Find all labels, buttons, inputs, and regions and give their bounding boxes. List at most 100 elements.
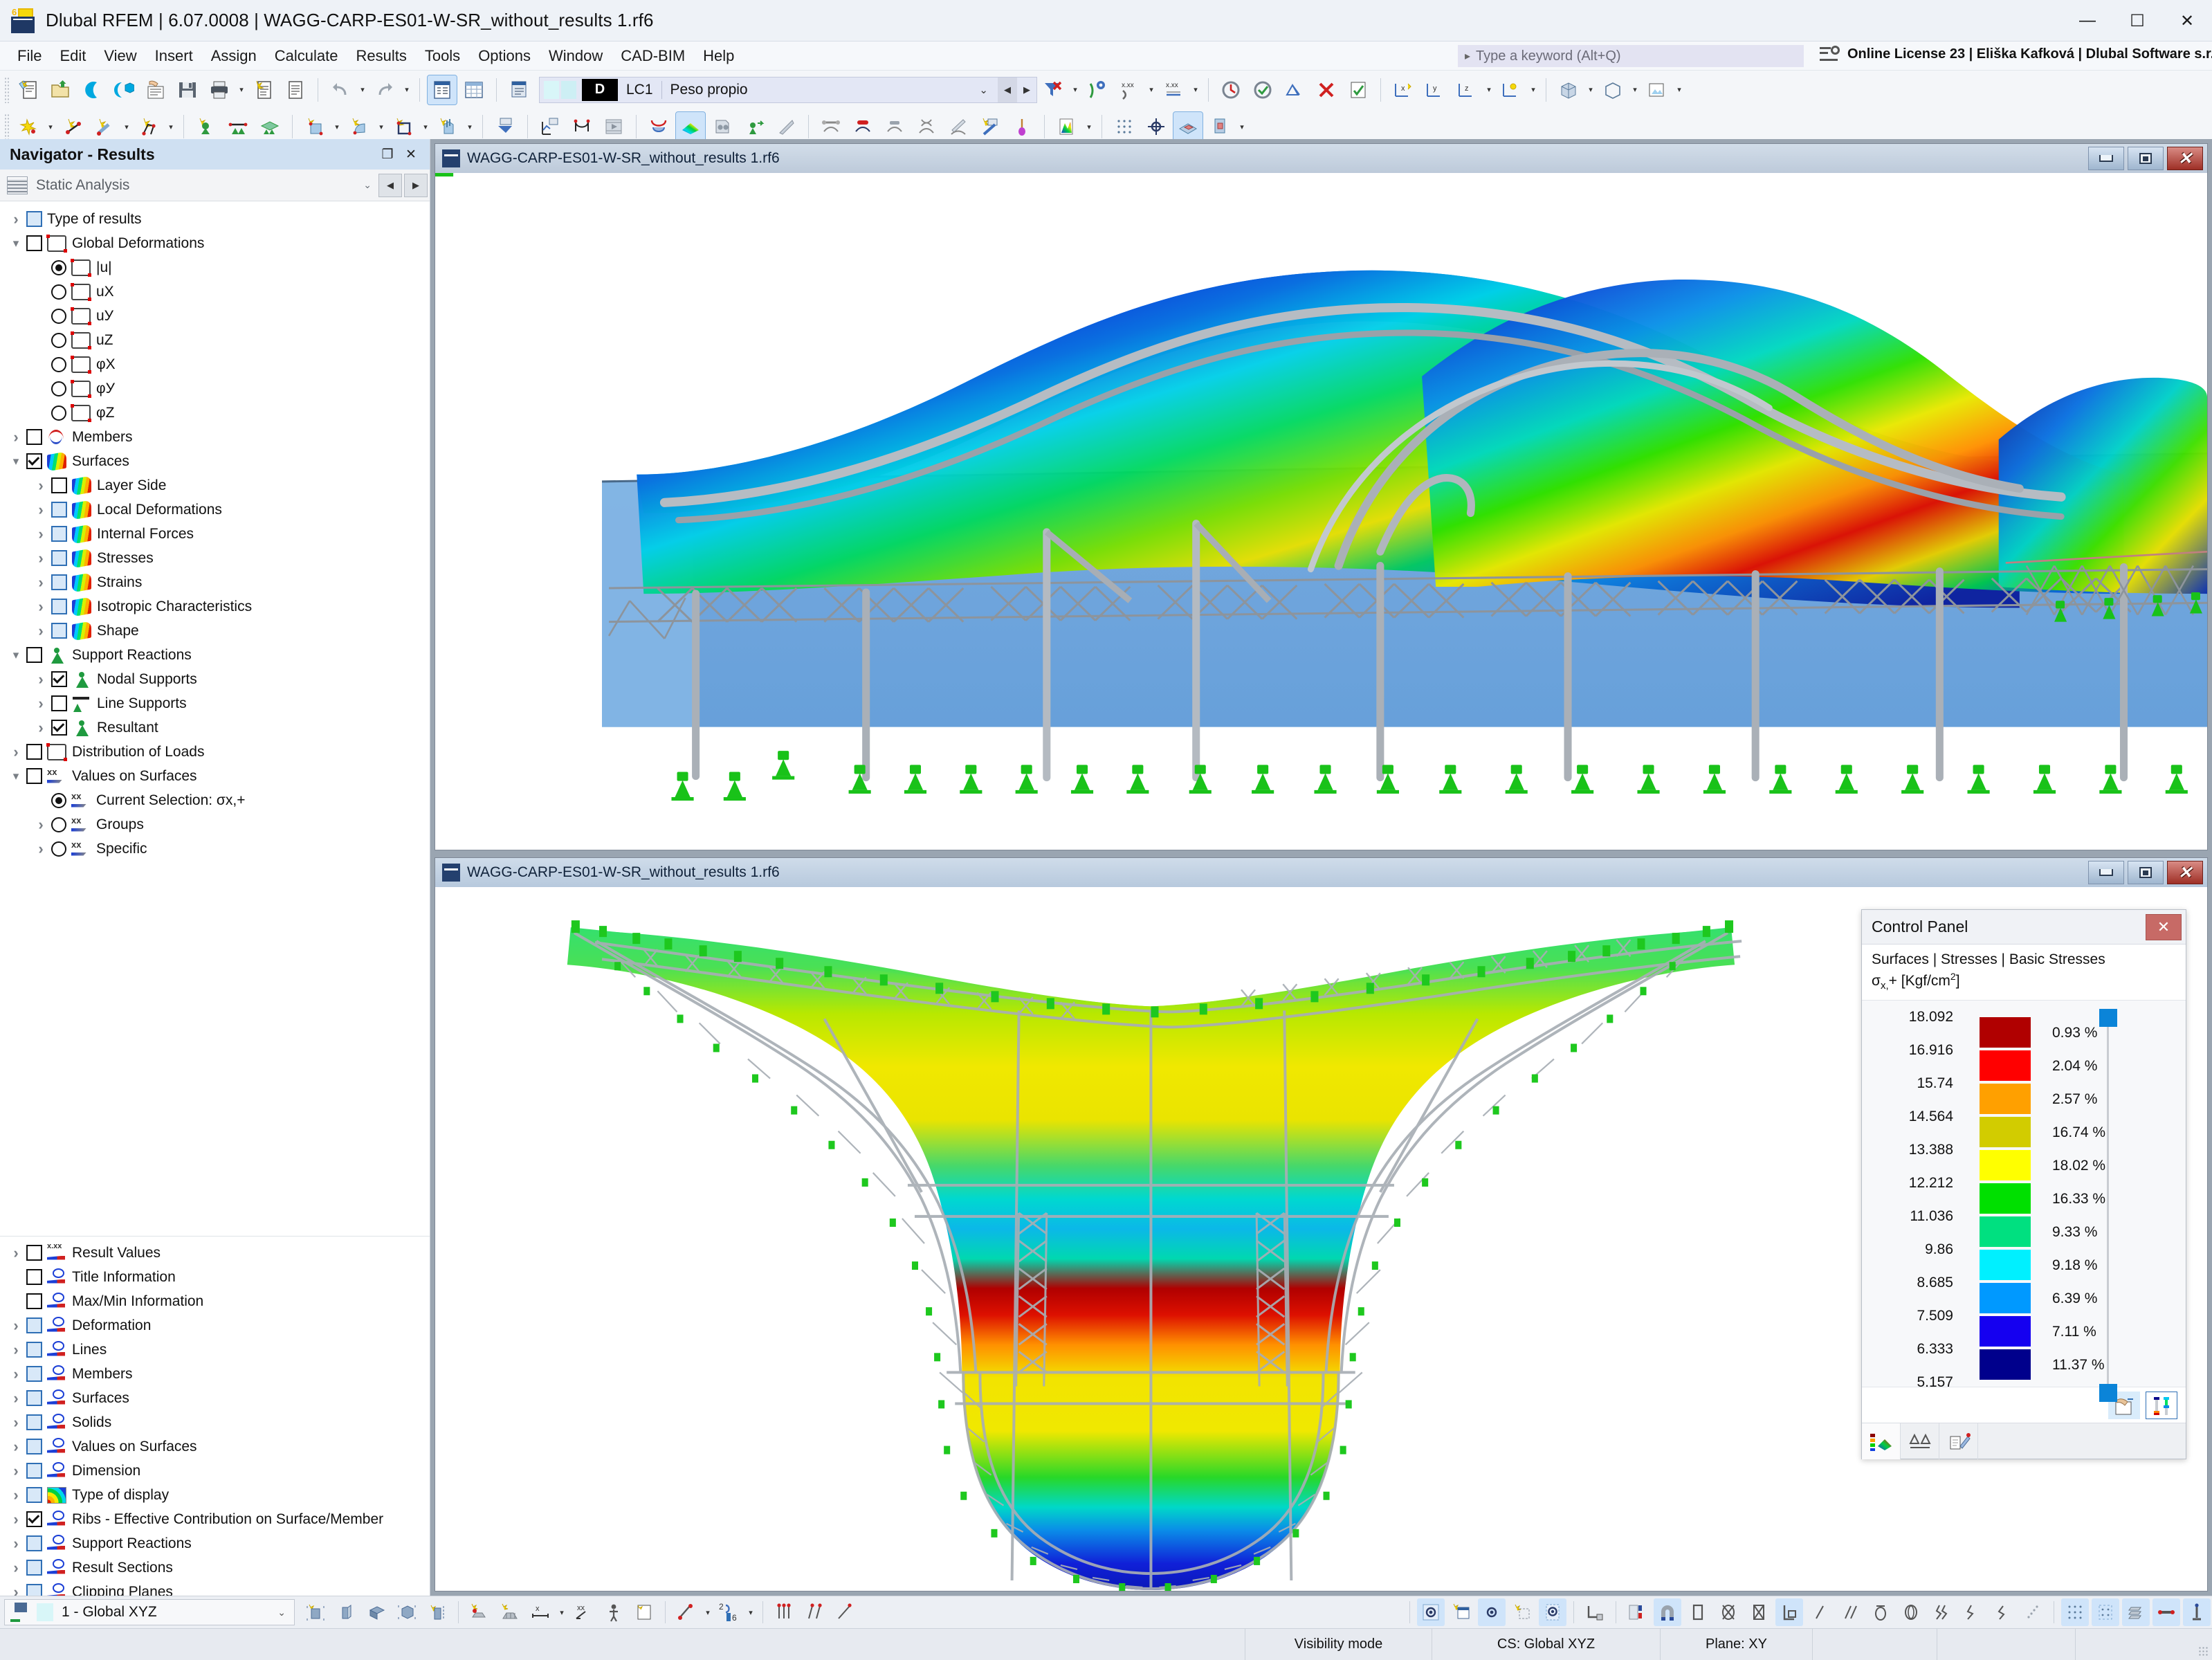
chevron-down-icon[interactable] — [6, 237, 26, 250]
visibility-mode-button[interactable] — [1417, 1598, 1445, 1626]
member-force-vz-button[interactable] — [880, 112, 909, 141]
tree-item-values-on-surfaces[interactable]: Values on Surfaces — [0, 1434, 430, 1459]
new-line-button[interactable] — [58, 112, 87, 141]
new-visibility-button[interactable] — [1447, 1598, 1475, 1626]
corner-select-button[interactable] — [1775, 1598, 1803, 1626]
cloud-connect-button[interactable] — [77, 75, 107, 104]
result-probe-button[interactable] — [1007, 112, 1036, 141]
origin-button[interactable] — [1581, 1598, 1609, 1626]
load-case-prev-button[interactable]: ◀ — [998, 77, 1017, 102]
tree-item-title-information[interactable]: Title Information — [0, 1265, 430, 1289]
parallel-snap-button[interactable] — [1836, 1598, 1864, 1626]
snap-dropdown-icon[interactable]: ▾ — [1483, 75, 1495, 104]
tree-item-shape[interactable]: Shape — [0, 619, 430, 643]
grid-snap-button[interactable] — [1142, 112, 1171, 141]
dimension-button[interactable]: x — [527, 1598, 554, 1626]
new-node-button[interactable] — [14, 112, 43, 141]
animation-button[interactable] — [599, 112, 628, 141]
snap-midpoint-button[interactable] — [801, 1598, 828, 1626]
tab-color-spectrum[interactable] — [1862, 1423, 1901, 1459]
member-stress-button[interactable] — [944, 112, 973, 141]
tree-item-lines[interactable]: Lines — [0, 1338, 430, 1362]
person-scale-button[interactable] — [600, 1598, 628, 1626]
mesh-button[interactable] — [1280, 75, 1309, 104]
new-member-button[interactable] — [90, 112, 119, 141]
tree-item-surfaces[interactable]: Surfaces — [0, 1386, 430, 1410]
clipping-plane-button[interactable] — [1539, 1598, 1566, 1626]
view-top-button[interactable] — [363, 1598, 390, 1626]
render-solid-button[interactable] — [1554, 75, 1583, 104]
menu-help[interactable]: Help — [694, 44, 743, 68]
menu-edit[interactable]: Edit — [51, 44, 95, 68]
checkbox[interactable] — [51, 574, 67, 590]
radio-button[interactable] — [51, 792, 66, 808]
tree-item-surfaces[interactable]: Surfaces — [0, 449, 430, 473]
undo-button[interactable] — [326, 75, 355, 104]
new-surface-support-button[interactable] — [255, 112, 284, 141]
checkbox[interactable] — [51, 720, 67, 736]
chevron-right-icon[interactable] — [6, 1389, 26, 1407]
filter-clear-button[interactable] — [1039, 75, 1068, 104]
keyword-search-input[interactable]: ▸ Type a keyword (Alt+Q) — [1458, 45, 1804, 67]
chevron-right-icon[interactable] — [6, 1244, 26, 1262]
vertical-member-button[interactable] — [2183, 1598, 2211, 1626]
line-snap-button[interactable] — [1806, 1598, 1834, 1626]
tree-item-type-of-results[interactable]: Type of results — [0, 207, 430, 231]
checkbox[interactable] — [51, 599, 67, 614]
checkbox[interactable] — [26, 429, 42, 445]
render-wire-dropdown-icon[interactable]: ▾ — [1629, 75, 1641, 104]
tree-item-layer-side[interactable]: Layer Side — [0, 473, 430, 498]
result-section-button[interactable] — [771, 112, 801, 141]
redo-button[interactable] — [370, 75, 399, 104]
checkbox[interactable] — [26, 1463, 42, 1479]
new-surface-dropdown-icon[interactable]: ▾ — [331, 112, 343, 141]
chevron-right-icon[interactable] — [6, 210, 26, 228]
minimize-button[interactable]: — — [2063, 0, 2112, 42]
tree-item-isotropic-characteristics[interactable]: Isotropic Characteristics — [0, 594, 430, 619]
tab-factors[interactable] — [1901, 1423, 1939, 1459]
license-info[interactable]: Online License 23 | Eliška Kafková | Dlu… — [1820, 45, 2212, 63]
print-dropdown-icon[interactable]: ▾ — [235, 75, 248, 104]
tree-item-max-min-information[interactable]: Max/Min Information — [0, 1289, 430, 1313]
print-view-button[interactable] — [630, 1598, 658, 1626]
chevron-right-icon[interactable] — [30, 525, 51, 543]
control-panel-title-bar[interactable]: Control Panel ✕ — [1862, 910, 2186, 945]
tree-item-u[interactable]: uХ — [0, 280, 430, 304]
navigator-undock-icon[interactable]: ❐ — [376, 143, 399, 166]
member-moment-button[interactable] — [912, 112, 941, 141]
chevron-right-icon[interactable] — [6, 1414, 26, 1432]
menu-file[interactable]: File — [8, 44, 51, 68]
chevron-right-icon[interactable] — [6, 1365, 26, 1383]
checkbox[interactable] — [26, 1487, 42, 1503]
tree-item-[interactable]: φХ — [0, 352, 430, 376]
checkbox[interactable] — [51, 671, 67, 687]
tree-item-deformation[interactable]: Deformation — [0, 1313, 430, 1338]
snap-x-button[interactable]: x — [1389, 75, 1418, 104]
tree-item-dimension[interactable]: Dimension — [0, 1459, 430, 1483]
tree-item-local-deformations[interactable]: Local Deformations — [0, 498, 430, 522]
chevron-down-icon[interactable] — [6, 648, 26, 662]
tree-item-u[interactable]: |u| — [0, 255, 430, 280]
render-dropdown-icon[interactable]: ▾ — [1584, 75, 1597, 104]
calculate-selected-button[interactable] — [1248, 75, 1277, 104]
tree-item-strains[interactable]: Strains — [0, 570, 430, 594]
chevron-right-icon[interactable] — [30, 671, 51, 688]
tree-item-groups[interactable]: Groups — [0, 812, 430, 837]
checkbox[interactable] — [26, 1269, 42, 1285]
new-model-button[interactable] — [14, 75, 43, 104]
close-button[interactable]: ✕ — [2162, 0, 2212, 42]
radio-button[interactable] — [51, 405, 66, 421]
grid-region-button[interactable] — [2092, 1598, 2119, 1626]
chevron-right-icon[interactable] — [6, 1559, 26, 1577]
solid-results-button[interactable] — [708, 112, 737, 141]
view-rotate-button[interactable] — [423, 1598, 451, 1626]
work-plane-dropdown-icon[interactable]: ▾ — [1236, 112, 1248, 141]
result-values-button[interactable]: x.xx — [1115, 75, 1144, 104]
legend-slider-track[interactable] — [2107, 1019, 2109, 1390]
chevron-right-icon[interactable] — [30, 477, 51, 495]
snap-z-button[interactable]: z — [1452, 75, 1481, 104]
control-panel-close-button[interactable]: ✕ — [2146, 913, 2182, 940]
check-model-button[interactable] — [1344, 75, 1373, 104]
maximize-button[interactable]: ☐ — [2112, 0, 2162, 42]
menu-options[interactable]: Options — [469, 44, 540, 68]
